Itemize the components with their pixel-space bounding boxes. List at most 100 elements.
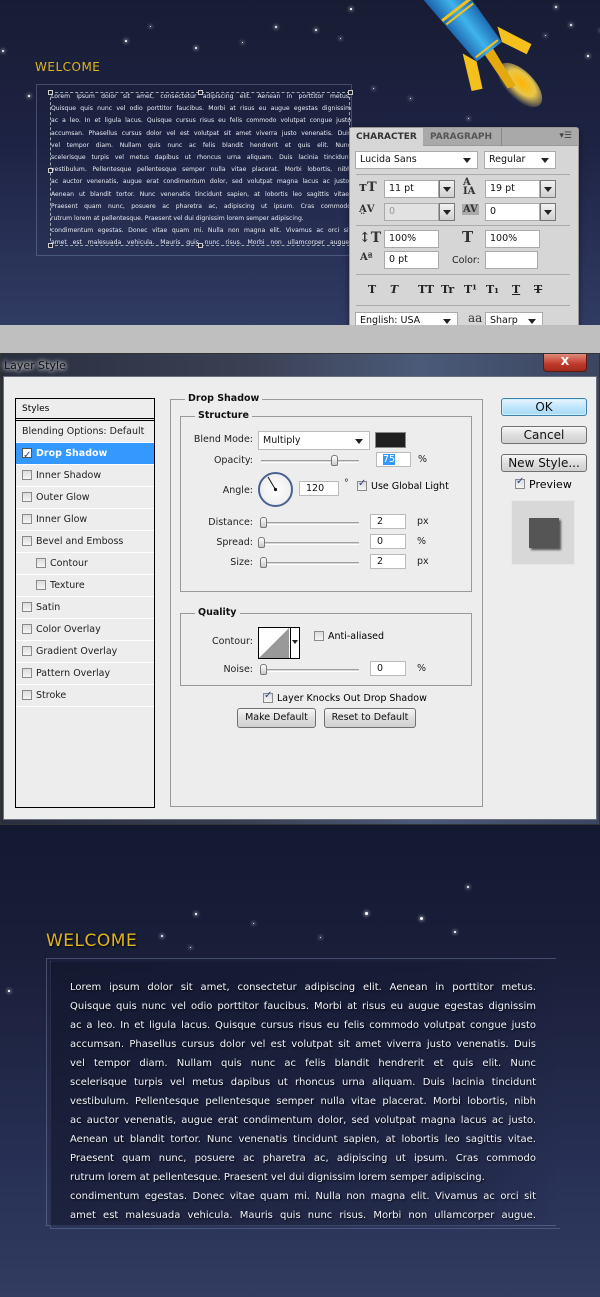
opacity-input[interactable]: 75 <box>376 452 411 467</box>
opacity-slider-thumb[interactable] <box>330 455 338 466</box>
checkbox-icon[interactable] <box>22 601 32 612</box>
noise-value: 0 <box>377 663 384 674</box>
opacity-slider[interactable] <box>261 460 359 463</box>
noise-input[interactable]: 0 <box>370 661 406 676</box>
all-caps-button[interactable]: TT <box>418 283 434 296</box>
strikethrough-button[interactable]: T <box>534 283 542 296</box>
use-global-light-checkbox[interactable]: Use Global Light <box>357 478 449 492</box>
style-item-label: Outer Glow <box>36 492 90 503</box>
paragraph-line: condimentum egestas. Donec vitae quam mi… <box>51 227 351 235</box>
checkbox-icon[interactable] <box>36 579 46 590</box>
angle-dial[interactable] <box>258 472 293 507</box>
font-size-dropdown[interactable] <box>439 180 455 198</box>
size-slider[interactable] <box>261 562 359 565</box>
tracking-dropdown[interactable] <box>540 203 556 221</box>
style-item-label: Pattern Overlay <box>36 668 111 679</box>
quality-title: Quality <box>195 607 240 618</box>
checkbox-icon[interactable] <box>36 557 46 568</box>
spread-slider-thumb[interactable] <box>258 537 265 548</box>
vertical-scale-input[interactable]: 100% <box>384 230 439 248</box>
preview-checkbox[interactable]: Preview <box>515 476 572 491</box>
kerning-input[interactable]: 0 <box>384 203 439 221</box>
faux-italic-button[interactable]: T <box>390 283 398 296</box>
style-item-blending-options-default[interactable]: Blending Options: Default <box>16 421 154 443</box>
underline-button[interactable]: T <box>512 283 520 296</box>
anti-aliased-checkbox[interactable]: Anti-aliased <box>314 630 384 642</box>
checkbox-icon[interactable] <box>22 445 32 467</box>
style-item-color-overlay[interactable]: Color Overlay <box>16 619 154 641</box>
noise-slider[interactable] <box>261 669 359 672</box>
style-item-satin[interactable]: Satin <box>16 597 154 619</box>
style-item-outer-glow[interactable]: Outer Glow <box>16 487 154 509</box>
body-paragraph: Lorem ipsum dolor sit amet, consectetur … <box>70 978 536 1225</box>
faux-bold-button[interactable]: T <box>368 283 376 296</box>
opacity-value: 75 <box>383 454 396 465</box>
tab-paragraph[interactable]: PARAGRAPH <box>424 128 502 146</box>
small-caps-button[interactable]: Tr <box>441 283 454 296</box>
checkbox-icon[interactable] <box>22 513 32 524</box>
close-button[interactable]: X <box>543 354 587 372</box>
panel-tabs: CHARACTER PARAGRAPH ▾☰ <box>350 128 578 146</box>
superscript-button[interactable]: T¹ <box>464 283 477 296</box>
style-item-inner-glow[interactable]: Inner Glow <box>16 509 154 531</box>
checkbox-icon[interactable] <box>22 535 32 546</box>
baseline-shift-input[interactable]: 0 pt <box>384 251 439 269</box>
style-item-bevel-and-emboss[interactable]: Bevel and Emboss <box>16 531 154 553</box>
style-item-contour[interactable]: Contour <box>16 553 154 575</box>
leading-input[interactable]: 19 pt <box>485 180 540 198</box>
horizontal-scale-value: 100% <box>490 233 518 244</box>
distance-slider-thumb[interactable] <box>260 517 267 528</box>
star <box>350 8 352 10</box>
shadow-color-swatch[interactable] <box>375 432 406 448</box>
spread-input[interactable]: 0 <box>370 534 406 549</box>
angle-input[interactable]: 120 <box>299 481 339 496</box>
styles-header[interactable]: Styles <box>16 399 154 421</box>
font-family-select[interactable]: Lucida Sans <box>355 151 478 169</box>
text-color-swatch[interactable] <box>485 251 538 269</box>
noise-slider-thumb[interactable] <box>260 664 267 675</box>
checkbox-icon[interactable] <box>22 667 32 678</box>
star <box>340 38 341 39</box>
spread-slider[interactable] <box>261 542 359 545</box>
body-paragraph[interactable]: Lorem ipsum dolor sit amet, consectetur … <box>51 91 351 250</box>
checkbox-icon[interactable] <box>22 689 32 700</box>
style-item-gradient-overlay[interactable]: Gradient Overlay <box>16 641 154 663</box>
checkbox-icon[interactable] <box>22 623 32 634</box>
font-style-select[interactable]: Regular <box>484 151 556 169</box>
make-default-button[interactable]: Make Default <box>237 708 316 728</box>
spread-label: Spread: <box>216 537 253 548</box>
tab-character[interactable]: CHARACTER <box>350 128 423 146</box>
subscript-button[interactable]: T₁ <box>486 283 499 296</box>
style-item-drop-shadow[interactable]: Drop Shadow <box>16 443 154 467</box>
paragraph-line: rutrum lorem at pellentesque. Praesent v… <box>51 215 304 223</box>
leading-dropdown[interactable] <box>540 180 556 198</box>
blend-mode-select[interactable]: Multiply <box>258 431 370 450</box>
style-item-stroke[interactable]: Stroke <box>16 685 154 707</box>
style-item-texture[interactable]: Texture <box>16 575 154 597</box>
distance-slider[interactable] <box>261 522 359 525</box>
cancel-button[interactable]: Cancel <box>501 426 587 444</box>
horizontal-scale-input[interactable]: 100% <box>485 230 540 248</box>
paragraph-line: Lorem ipsum dolor sit amet, consectetur … <box>51 93 351 100</box>
style-item-pattern-overlay[interactable]: Pattern Overlay <box>16 663 154 685</box>
noise-unit: % <box>417 663 427 674</box>
new-style-button[interactable]: New Style... <box>501 454 587 472</box>
contour-dropdown[interactable] <box>290 628 299 658</box>
star <box>190 947 191 948</box>
font-size-input[interactable]: 11 pt <box>384 180 439 198</box>
checkbox-icon[interactable] <box>22 491 32 502</box>
tracking-input[interactable]: 0 <box>485 203 540 221</box>
distance-input[interactable]: 2 <box>370 514 406 529</box>
size-input[interactable]: 2 <box>370 554 406 569</box>
panel-menu-icon[interactable]: ▾☰ <box>559 131 572 141</box>
checkbox-icon[interactable] <box>22 469 32 480</box>
styles-list: Styles Blending Options: Default Drop Sha… <box>15 398 155 808</box>
contour-picker[interactable] <box>258 627 300 659</box>
kerning-dropdown[interactable] <box>439 203 455 221</box>
checkbox-icon[interactable] <box>22 645 32 656</box>
size-slider-thumb[interactable] <box>260 557 267 568</box>
style-item-inner-shadow[interactable]: Inner Shadow <box>16 465 154 487</box>
reset-to-default-button[interactable]: Reset to Default <box>324 708 416 728</box>
layer-knocks-out-checkbox[interactable]: Layer Knocks Out Drop Shadow <box>263 690 427 704</box>
ok-button[interactable]: OK <box>501 398 587 416</box>
